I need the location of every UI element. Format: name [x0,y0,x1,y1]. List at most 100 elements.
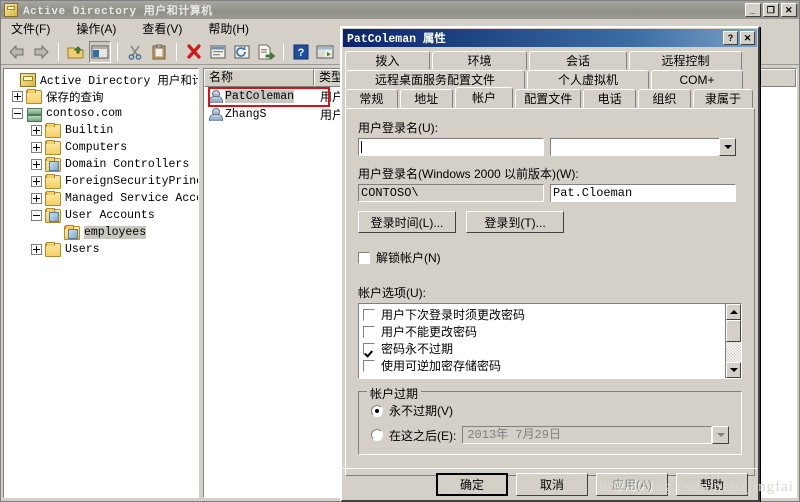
ok-button[interactable]: 确定 [436,473,508,496]
user-object-icon [208,89,223,103]
option-label: 密码永不过期 [381,342,454,356]
expander-plus-icon[interactable] [31,176,42,187]
tree-pane[interactable]: Active Directory 用户和计算机 保存的查询 contoso.co… [3,68,199,498]
refresh-icon[interactable] [231,41,253,63]
tab-dial-in[interactable]: 拨入 [345,51,430,70]
tree-item-active-directory[interactable]: Active Directory 用户和计算机 [6,71,198,88]
restore-button[interactable]: ❐ [763,3,779,17]
account-options-listbox[interactable]: 用户下次登录时须更改密码 用户不能更改密码 密码永不过期 使用可逆加密存储密码 [358,303,742,379]
menu-action[interactable]: 操作(A) [72,19,120,38]
tab-address[interactable]: 地址 [399,89,453,108]
dialog-close-button[interactable]: ✕ [740,31,755,45]
expander-plus-icon[interactable] [31,142,42,153]
end-of-row[interactable]: 在这之后(E): 2013年 7月29日 [371,426,729,444]
help-button[interactable]: 帮助 [676,473,748,496]
tab-environment[interactable]: 环境 [432,51,527,70]
option-checkbox[interactable] [363,308,375,321]
option-checkbox[interactable] [363,325,375,338]
minimize-button[interactable]: _ [745,3,761,17]
end-of-radio[interactable] [371,429,383,441]
never-expires-radio[interactable] [371,404,383,417]
upn-suffix-input[interactable] [550,138,719,156]
tab-member-of[interactable]: 隶属于 [692,89,754,108]
back-icon[interactable] [6,41,28,63]
export-list-icon[interactable] [255,41,277,63]
chevron-down-icon[interactable] [719,138,736,156]
forward-icon[interactable] [30,41,52,63]
log-on-to-button[interactable]: 登录到(T)... [466,211,564,233]
chevron-down-icon[interactable] [712,426,729,444]
tab-remote-control[interactable]: 远程控制 [629,51,742,70]
scrollbar-track[interactable] [726,342,741,362]
tab-account[interactable]: 帐户 [454,87,514,108]
tree-item-builtin[interactable]: Builtin [6,122,198,139]
end-of-date-picker[interactable]: 2013年 7月29日 [462,426,729,444]
domain-icon [26,107,42,122]
list-item[interactable]: 使用可逆加密存储密码 [363,357,725,374]
tab-com-plus[interactable]: COM+ [651,70,743,89]
unlock-account-row[interactable]: 解锁帐户(N) [358,249,742,266]
tab-telephones[interactable]: 电话 [583,89,636,108]
option-label: 用户下次登录时须更改密码 [381,308,526,322]
menu-view[interactable]: 查看(V) [138,19,186,38]
properties-icon[interactable] [207,41,229,63]
svg-text:?: ? [298,47,305,59]
expander-plus-icon[interactable] [31,193,42,204]
up-folder-icon[interactable] [65,41,87,63]
scroll-down-icon[interactable] [726,362,741,378]
expander-minus-icon[interactable] [12,108,23,119]
expander-minus-icon[interactable] [31,210,42,221]
tree-item-managed-service-accounts[interactable]: Managed Service Accour [6,190,198,207]
list-item[interactable]: 密码永不过期 [363,340,725,357]
cancel-button[interactable]: 取消 [516,473,588,496]
expander-none-icon [6,74,17,85]
tab-sessions[interactable]: 会话 [529,51,627,70]
dialog-help-button[interactable]: ? [723,31,738,45]
pre2000-logon-name-input[interactable]: Pat.Cloeman [550,184,736,202]
tree-item-users[interactable]: Users [6,241,198,258]
menu-help[interactable]: 帮助(H) [204,19,253,38]
option-checkbox[interactable] [363,342,375,355]
tab-personal-virtual-desktop[interactable]: 个人虚拟机 [527,70,649,89]
console-icon[interactable] [314,41,336,63]
scrollbar-thumb[interactable] [726,320,741,342]
tab-profile[interactable]: 配置文件 [515,89,582,108]
options-scrollbar[interactable] [725,304,741,378]
toolbar-separator [176,42,177,61]
tree-item-user-accounts[interactable]: User Accounts [6,207,198,224]
user-logon-name-input[interactable] [358,138,544,156]
tree-item-foreign-security-principals[interactable]: ForeignSecurityPrincip [6,173,198,190]
delete-icon[interactable] [183,41,205,63]
console-root-icon [20,72,36,87]
list-item[interactable]: 用户不能更改密码 [363,323,725,340]
column-header-name[interactable]: 名称 [204,69,314,87]
tree-item-computers[interactable]: Computers [6,139,198,156]
expander-plus-icon[interactable] [31,125,42,136]
upn-suffix-combo[interactable] [550,138,736,156]
tree-item-contoso-com[interactable]: contoso.com [6,105,198,122]
scroll-up-icon[interactable] [726,304,741,320]
expander-plus-icon[interactable] [12,91,23,102]
tree-item-domain-controllers[interactable]: Domain Controllers [6,156,198,173]
expander-plus-icon[interactable] [31,159,42,170]
tab-control: 拨入 环境 会话 远程控制 远程桌面服务配置文件 个人虚拟机 COM+ 常规 地… [342,48,758,109]
option-checkbox[interactable] [363,359,375,372]
unlock-account-checkbox[interactable] [358,251,370,264]
paste-icon[interactable] [148,41,170,63]
end-of-date-value[interactable]: 2013年 7月29日 [462,426,712,444]
expander-plus-icon[interactable] [31,244,42,255]
logon-hours-button[interactable]: 登录时间(L)... [358,211,456,233]
tab-organization[interactable]: 组织 [638,89,691,108]
menu-file[interactable]: 文件(F) [7,19,54,38]
cut-icon[interactable] [124,41,146,63]
never-expires-row[interactable]: 永不过期(V) [371,402,729,419]
folder-icon [45,173,61,189]
close-button[interactable]: ✕ [781,3,797,17]
list-item[interactable]: 用户下次登录时须更改密码 [363,306,725,323]
help-icon[interactable]: ? [290,41,312,63]
tree-item-saved-queries[interactable]: 保存的查询 [6,88,198,105]
tab-general[interactable]: 常规 [345,89,398,108]
tree-item-employees[interactable]: employees [6,224,198,241]
list-item-name: PatColeman [204,89,314,103]
show-hide-tree-icon[interactable] [89,40,111,63]
